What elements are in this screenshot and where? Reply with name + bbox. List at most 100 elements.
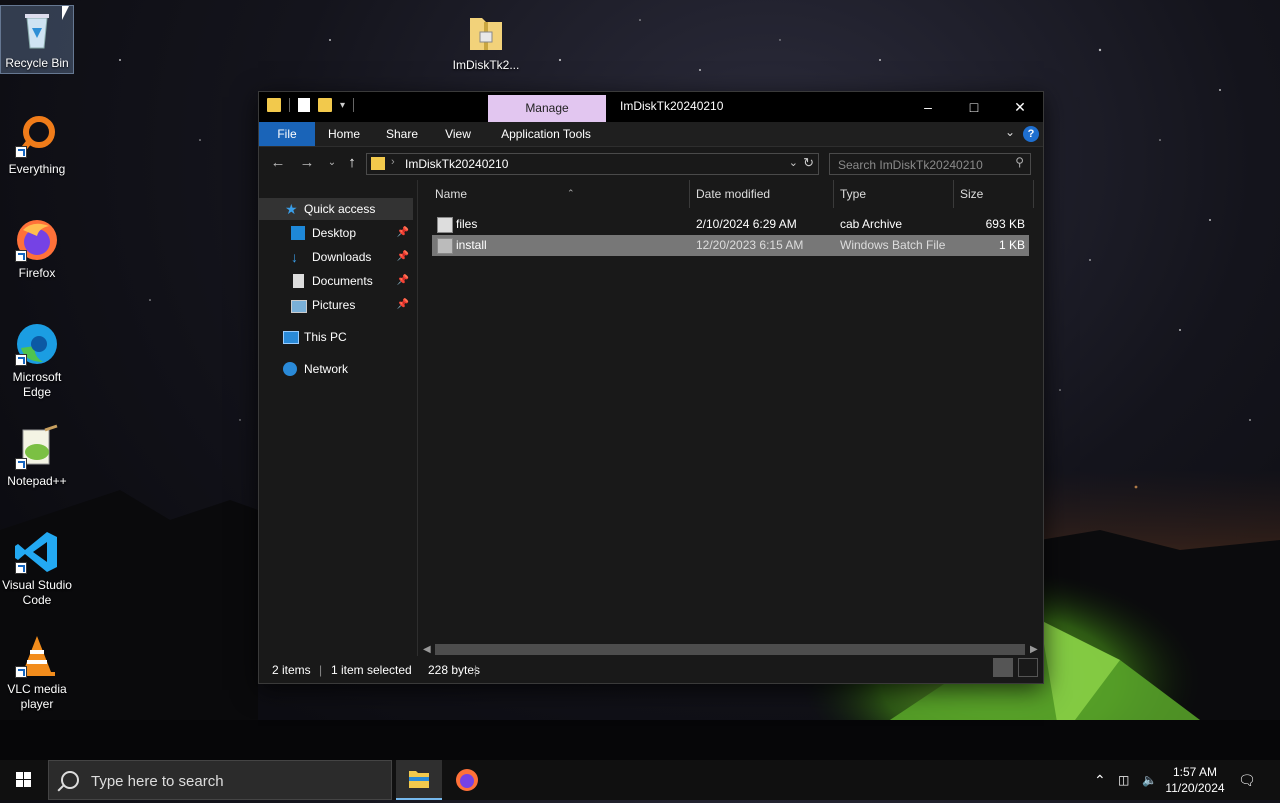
horizontal-scrollbar[interactable]: ◀ ▶ — [418, 641, 1043, 658]
nav-item-desktop[interactable]: Desktop 📌 — [259, 222, 413, 244]
close-button[interactable]: ✕ — [997, 92, 1043, 122]
column-label: Name — [435, 187, 468, 201]
system-clock[interactable]: 1:57 AM 11/20/2024 — [1160, 764, 1230, 796]
column-header-date-modified[interactable]: Date modified — [690, 180, 834, 208]
scroll-left-icon[interactable]: ◀ — [423, 641, 431, 658]
file-date: 2/10/2024 6:29 AM — [696, 217, 797, 231]
nav-label: Desktop — [312, 226, 357, 240]
details-view-button[interactable] — [993, 658, 1013, 677]
title-bar[interactable]: ▾ Manage ImDiskTk20240210 – □ ✕ — [259, 92, 1043, 122]
everything-icon — [13, 112, 61, 160]
nav-item-network[interactable]: Network — [259, 358, 413, 380]
desktop-icon-everything[interactable]: Everything — [1, 112, 73, 177]
desktop-icon-notepadpp[interactable]: Notepad++ — [1, 424, 73, 489]
desktop-icon-label: ImDiskTk2... — [452, 58, 520, 72]
shortcut-arrow-icon — [15, 666, 27, 678]
minimize-button[interactable]: – — [905, 92, 951, 122]
nav-label: Pictures — [312, 298, 356, 312]
nav-label: Downloads — [312, 250, 372, 264]
start-button[interactable] — [0, 760, 48, 800]
taskbar-search-input[interactable] — [89, 771, 383, 791]
show-hidden-icons-icon[interactable]: ⌃ — [1094, 760, 1106, 800]
desktop-icon-label: Notepad++ — [7, 474, 67, 488]
sort-ascending-icon: ⌃ — [567, 188, 575, 198]
recycle-bin-icon — [13, 6, 61, 54]
search-box[interactable]: ⚲ — [829, 153, 1031, 175]
address-dropdown-icon[interactable]: ⌄ — [789, 156, 798, 169]
breadcrumb-chevron-icon[interactable]: › — [391, 156, 395, 168]
desktop-icon-vlc[interactable]: VLC media player — [1, 632, 73, 712]
shortcut-arrow-icon — [15, 146, 27, 158]
star-icon: ★ — [285, 201, 298, 217]
tab-home[interactable]: Home — [321, 122, 367, 146]
taskbar-firefox[interactable] — [444, 760, 490, 800]
taskbar: ⌃ ◫ 🔈 1:57 AM 11/20/2024 🗨 — [0, 760, 1280, 800]
vscode-icon — [13, 528, 61, 576]
tab-share[interactable]: Share — [379, 122, 425, 146]
scrollbar-thumb[interactable] — [435, 644, 1025, 655]
manage-contextual-tab[interactable]: Manage — [488, 95, 606, 122]
column-label: Type — [840, 187, 867, 201]
file-name: files — [456, 217, 478, 231]
file-row-files[interactable]: files 2/10/2024 6:29 AM cab Archive 693 … — [432, 214, 1029, 235]
search-icon: ⚲ — [1015, 155, 1024, 169]
nav-item-documents[interactable]: Documents 📌 — [259, 270, 413, 292]
desktop-icon-microsoft-edge[interactable]: Microsoft Edge — [1, 320, 73, 400]
recent-locations-button[interactable]: ⌄ — [321, 153, 343, 173]
pin-icon: 📌 — [396, 227, 409, 238]
toolbar-separator — [353, 98, 355, 112]
address-path[interactable]: ImDiskTk20240210 — [405, 157, 508, 171]
properties-icon[interactable] — [298, 98, 310, 112]
file-type: cab Archive — [840, 217, 903, 231]
file-size: 693 KB — [985, 217, 1025, 231]
help-icon[interactable]: ? — [1023, 126, 1039, 142]
search-input[interactable] — [836, 156, 1010, 174]
shortcut-arrow-icon — [15, 562, 27, 574]
large-icons-view-button[interactable] — [1018, 658, 1038, 677]
column-header-type[interactable]: Type — [834, 180, 954, 208]
status-separator: | — [319, 663, 323, 677]
tab-view[interactable]: View — [435, 122, 481, 146]
windows-logo-icon — [16, 772, 31, 787]
refresh-icon[interactable]: ↻ — [803, 155, 814, 171]
nav-item-quick-access[interactable]: ★ Quick access — [259, 198, 413, 220]
desktop-icon-vscode[interactable]: Visual Studio Code — [1, 528, 73, 608]
volume-muted-icon[interactable]: 🔈 — [1142, 760, 1157, 800]
forward-button[interactable]: → — [296, 153, 318, 173]
new-folder-icon[interactable] — [318, 98, 332, 112]
column-header-size[interactable]: Size — [954, 180, 1034, 208]
taskbar-search-box[interactable] — [48, 760, 392, 800]
maximize-button[interactable]: □ — [951, 92, 997, 122]
quick-access-toolbar: ▾ — [267, 98, 355, 112]
notifications-icon[interactable]: 🗨 — [1238, 760, 1256, 800]
expand-ribbon-icon[interactable]: ⌄ — [1005, 125, 1015, 139]
tab-application-tools[interactable]: Application Tools — [491, 122, 601, 146]
tab-file[interactable]: File — [259, 122, 315, 146]
computer-icon — [283, 331, 299, 344]
nav-item-downloads[interactable]: ↓ Downloads 📌 — [259, 246, 413, 268]
nav-item-this-pc[interactable]: This PC — [259, 326, 413, 348]
taskbar-file-explorer[interactable] — [396, 760, 442, 800]
network-status-icon[interactable]: ◫ — [1118, 760, 1129, 800]
file-row-install[interactable]: install 12/20/2023 6:15 AM Windows Batch… — [432, 235, 1029, 256]
firefox-icon — [456, 769, 478, 791]
desktop-icon-label: Everything — [8, 162, 66, 176]
back-button[interactable]: ← — [267, 153, 289, 173]
zip-folder-icon — [462, 8, 510, 56]
desktop-icon-label: VLC media player — [7, 682, 67, 711]
desktop-icon-firefox[interactable]: Firefox — [1, 216, 73, 281]
column-header-name[interactable]: Name ⌃ — [429, 180, 690, 208]
nav-item-pictures[interactable]: Pictures 📌 — [259, 294, 413, 316]
scroll-right-icon[interactable]: ▶ — [1030, 641, 1038, 658]
clock-date: 11/20/2024 — [1165, 781, 1225, 795]
status-item-count: 2 items — [272, 663, 311, 677]
pictures-icon — [291, 300, 307, 313]
file-explorer-icon — [409, 771, 429, 788]
edge-icon — [13, 320, 61, 368]
desktop-icon-imdisk-folder[interactable]: ImDiskTk2... — [450, 8, 522, 73]
customize-toolbar-icon[interactable]: ▾ — [340, 100, 345, 111]
address-bar[interactable]: › ImDiskTk20240210 ⌄ ↻ — [366, 153, 819, 175]
file-name: install — [456, 238, 487, 252]
desktop-icon-label: Firefox — [18, 266, 56, 280]
up-button[interactable]: ↑ — [341, 153, 363, 173]
